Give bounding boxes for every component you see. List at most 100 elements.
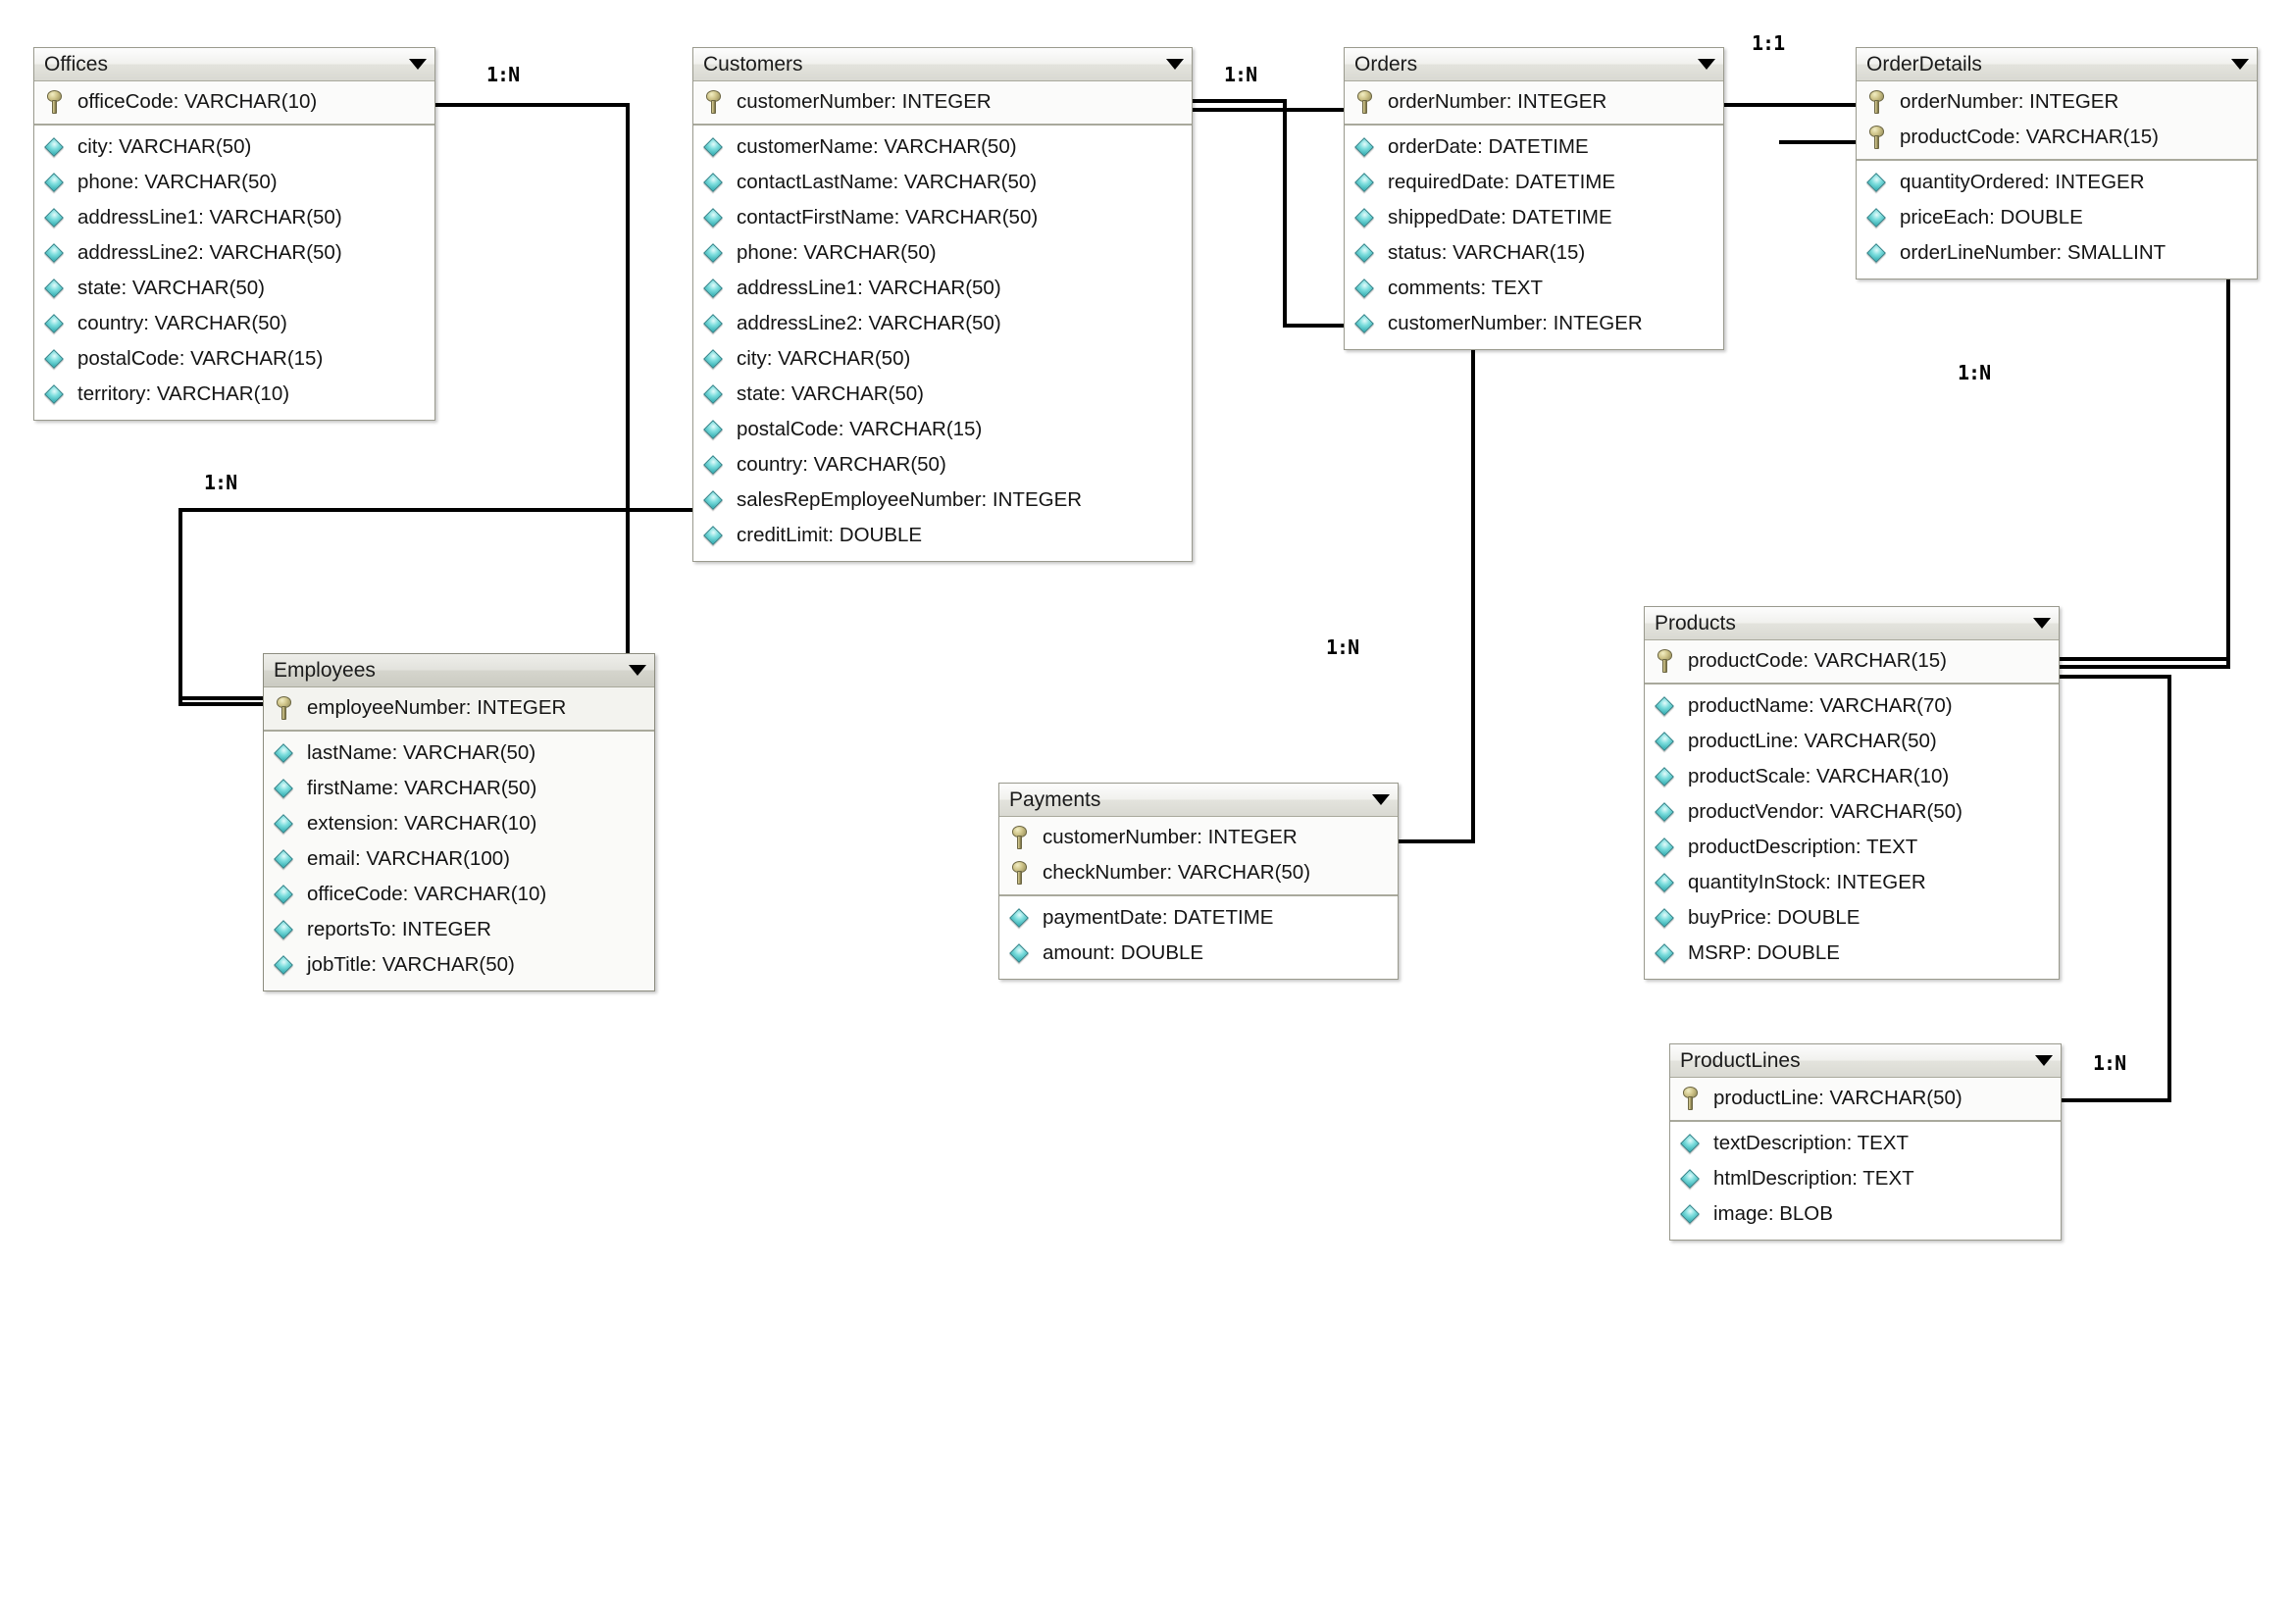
- field-label: checkNumber: VARCHAR(50): [1043, 861, 1311, 884]
- field-row[interactable]: orderLineNumber: SMALLINT: [1857, 235, 2257, 271]
- field-row[interactable]: extension: VARCHAR(10): [264, 806, 654, 841]
- field-row[interactable]: requiredDate: DATETIME: [1345, 165, 1723, 200]
- field-row[interactable]: productLine: VARCHAR(50): [1645, 724, 2059, 759]
- field-row[interactable]: creditLimit: DOUBLE: [693, 518, 1192, 553]
- field-row[interactable]: comments: TEXT: [1345, 271, 1723, 306]
- field-row[interactable]: salesRepEmployeeNumber: INTEGER: [693, 482, 1192, 518]
- field-row[interactable]: textDescription: TEXT: [1670, 1126, 2061, 1161]
- field-row[interactable]: employeeNumber: INTEGER: [264, 690, 654, 726]
- caret-down-icon[interactable]: [1372, 794, 1390, 805]
- field-row[interactable]: customerName: VARCHAR(50): [693, 129, 1192, 165]
- entity-title-offices[interactable]: Offices: [34, 48, 434, 81]
- field-row[interactable]: lastName: VARCHAR(50): [264, 736, 654, 771]
- diamond-icon: [1655, 800, 1676, 824]
- entity-table-offices[interactable]: Offices officeCode: VARCHAR(10) city: VARC…: [33, 47, 435, 421]
- diamond-icon: [1655, 941, 1676, 965]
- field-row[interactable]: quantityOrdered: INTEGER: [1857, 165, 2257, 200]
- field-row[interactable]: priceEach: DOUBLE: [1857, 200, 2257, 235]
- field-row[interactable]: state: VARCHAR(50): [693, 377, 1192, 412]
- field-row[interactable]: officeCode: VARCHAR(10): [34, 84, 434, 120]
- field-row[interactable]: checkNumber: VARCHAR(50): [999, 855, 1398, 890]
- diamond-icon: [1655, 694, 1676, 718]
- cardinality-label-offices-employees: 1:N: [204, 471, 237, 494]
- field-row[interactable]: phone: VARCHAR(50): [693, 235, 1192, 271]
- field-row[interactable]: addressLine2: VARCHAR(50): [34, 235, 434, 271]
- caret-down-icon[interactable]: [2033, 618, 2051, 629]
- field-row[interactable]: territory: VARCHAR(10): [34, 377, 434, 412]
- field-row[interactable]: productDescription: TEXT: [1645, 830, 2059, 865]
- field-row[interactable]: productName: VARCHAR(70): [1645, 688, 2059, 724]
- diamond-icon: [1866, 171, 1888, 194]
- caret-down-icon[interactable]: [629, 665, 646, 676]
- field-row[interactable]: image: BLOB: [1670, 1196, 2061, 1232]
- field-row[interactable]: orderNumber: INTEGER: [1345, 84, 1723, 120]
- field-row[interactable]: productLine: VARCHAR(50): [1670, 1081, 2061, 1116]
- entity-title-orders[interactable]: Orders: [1345, 48, 1723, 81]
- field-row[interactable]: phone: VARCHAR(50): [34, 165, 434, 200]
- field-row[interactable]: customerNumber: INTEGER: [693, 84, 1192, 120]
- field-row[interactable]: postalCode: VARCHAR(15): [34, 341, 434, 377]
- field-label: image: BLOB: [1713, 1202, 1833, 1225]
- entity-table-customers[interactable]: Customers customerNumber: INTEGER customer…: [692, 47, 1193, 562]
- field-row[interactable]: addressLine2: VARCHAR(50): [693, 306, 1192, 341]
- field-row[interactable]: MSRP: DOUBLE: [1645, 936, 2059, 971]
- entity-table-payments[interactable]: Payments customerNumber: INTEGER checkNumb…: [998, 783, 1399, 980]
- field-row[interactable]: status: VARCHAR(15): [1345, 235, 1723, 271]
- field-row[interactable]: postalCode: VARCHAR(15): [693, 412, 1192, 447]
- field-row[interactable]: quantityInStock: INTEGER: [1645, 865, 2059, 900]
- entity-table-employees[interactable]: Employees employeeNumber: INTEGER lastName…: [263, 653, 655, 991]
- field-row[interactable]: city: VARCHAR(50): [693, 341, 1192, 377]
- caret-down-icon[interactable]: [409, 59, 427, 70]
- entity-title-employees[interactable]: Employees: [264, 654, 654, 687]
- caret-down-icon[interactable]: [1698, 59, 1715, 70]
- diamond-icon: [1680, 1167, 1702, 1191]
- field-row[interactable]: country: VARCHAR(50): [693, 447, 1192, 482]
- field-row[interactable]: email: VARCHAR(100): [264, 841, 654, 877]
- key-icon: [274, 696, 295, 720]
- entity-title-customers[interactable]: Customers: [693, 48, 1192, 81]
- entity-table-products[interactable]: Products productCode: VARCHAR(15) productN…: [1644, 606, 2060, 980]
- field-row[interactable]: contactLastName: VARCHAR(50): [693, 165, 1192, 200]
- field-row[interactable]: jobTitle: VARCHAR(50): [264, 947, 654, 983]
- entity-title-orderdetails[interactable]: OrderDetails: [1857, 48, 2257, 81]
- entity-title-products[interactable]: Products: [1645, 607, 2059, 640]
- field-row[interactable]: orderNumber: INTEGER: [1857, 84, 2257, 120]
- diamond-icon: [44, 135, 66, 159]
- field-row[interactable]: shippedDate: DATETIME: [1345, 200, 1723, 235]
- field-row[interactable]: paymentDate: DATETIME: [999, 900, 1398, 936]
- field-label: status: VARCHAR(15): [1388, 241, 1586, 264]
- field-row[interactable]: productCode: VARCHAR(15): [1645, 643, 2059, 679]
- diamond-icon: [703, 453, 725, 477]
- field-row[interactable]: contactFirstName: VARCHAR(50): [693, 200, 1192, 235]
- field-row[interactable]: productVendor: VARCHAR(50): [1645, 794, 2059, 830]
- entity-table-orderdetails[interactable]: OrderDetails orderNumber: INTEGER productC…: [1856, 47, 2258, 279]
- field-row[interactable]: addressLine1: VARCHAR(50): [34, 200, 434, 235]
- entity-table-orders[interactable]: Orders orderNumber: INTEGER orderDate: DAT…: [1344, 47, 1724, 350]
- field-row[interactable]: city: VARCHAR(50): [34, 129, 434, 165]
- field-label: quantityInStock: INTEGER: [1688, 871, 1926, 893]
- field-row[interactable]: state: VARCHAR(50): [34, 271, 434, 306]
- field-row[interactable]: officeCode: VARCHAR(10): [264, 877, 654, 912]
- caret-down-icon[interactable]: [1166, 59, 1184, 70]
- field-row[interactable]: amount: DOUBLE: [999, 936, 1398, 971]
- caret-down-icon[interactable]: [2035, 1055, 2053, 1066]
- entity-table-productlines[interactable]: ProductLines productLine: VARCHAR(50) text…: [1669, 1043, 2062, 1241]
- caret-down-icon[interactable]: [2231, 59, 2249, 70]
- field-row[interactable]: productCode: VARCHAR(15): [1857, 120, 2257, 155]
- entity-title-productlines[interactable]: ProductLines: [1670, 1044, 2061, 1078]
- field-row[interactable]: customerNumber: INTEGER: [1345, 306, 1723, 341]
- field-row[interactable]: country: VARCHAR(50): [34, 306, 434, 341]
- field-label: email: VARCHAR(100): [307, 847, 510, 870]
- diamond-icon: [703, 171, 725, 194]
- column-group: customerName: VARCHAR(50) contactLastName…: [693, 126, 1192, 561]
- field-row[interactable]: firstName: VARCHAR(50): [264, 771, 654, 806]
- field-row[interactable]: productScale: VARCHAR(10): [1645, 759, 2059, 794]
- field-row[interactable]: htmlDescription: TEXT: [1670, 1161, 2061, 1196]
- field-row[interactable]: orderDate: DATETIME: [1345, 129, 1723, 165]
- entity-title-payments[interactable]: Payments: [999, 784, 1398, 817]
- field-label: productLine: VARCHAR(50): [1688, 730, 1937, 752]
- field-row[interactable]: addressLine1: VARCHAR(50): [693, 271, 1192, 306]
- field-row[interactable]: customerNumber: INTEGER: [999, 820, 1398, 855]
- field-row[interactable]: buyPrice: DOUBLE: [1645, 900, 2059, 936]
- field-row[interactable]: reportsTo: INTEGER: [264, 912, 654, 947]
